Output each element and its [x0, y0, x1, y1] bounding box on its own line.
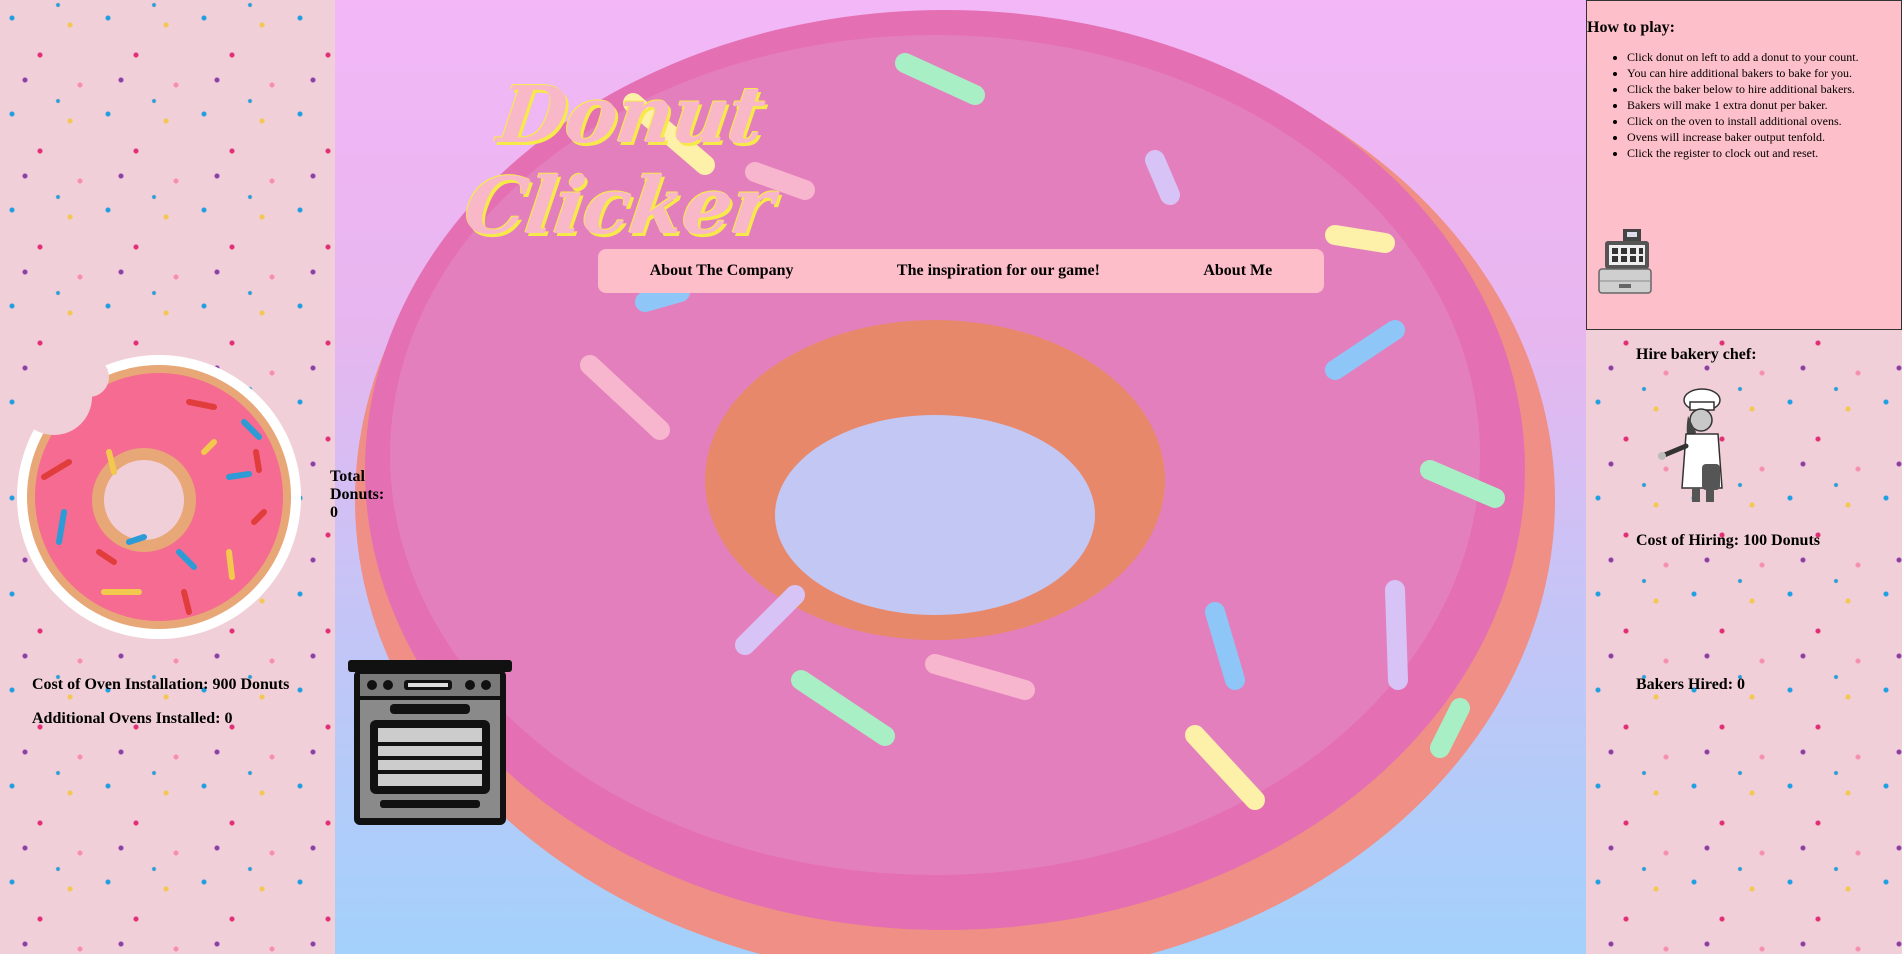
ovens-installed-text: Additional Ovens Installed: 0 [32, 710, 233, 727]
bakers-hired-text: Bakers Hired: 0 [1636, 676, 1746, 693]
list-item: Click the baker below to hire additional… [1627, 81, 1901, 97]
how-to-play-list: Click donut on left to add a donut to yo… [1587, 49, 1901, 161]
main-nav: About The Company The inspiration for ou… [598, 249, 1324, 293]
donut-counter-value: 0 [330, 504, 338, 521]
nav-about-me[interactable]: About Me [1203, 262, 1272, 280]
nav-inspiration[interactable]: The inspiration for our game! [897, 262, 1100, 280]
oven-cost-text: Cost of Oven Installation: 900 Donuts [32, 676, 290, 693]
list-item: Click on the oven to install additional … [1627, 113, 1901, 129]
list-item: Click the register to clock out and rese… [1627, 145, 1901, 161]
nav-about-company[interactable]: About The Company [650, 262, 794, 280]
list-item: You can hire additional bakers to bake f… [1627, 65, 1901, 81]
hire-baker-title: Hire bakery chef: [1636, 346, 1757, 363]
donut-counter-label: Total Donuts: [330, 468, 385, 503]
donut-icon[interactable] [14, 352, 304, 642]
page-title: Donut Clicker [458, 70, 779, 252]
baker-chef-icon[interactable] [1656, 388, 1736, 506]
how-to-play-heading: How to play: [1587, 19, 1675, 36]
list-item: Bakers will make 1 extra donut per baker… [1627, 97, 1901, 113]
list-item: Ovens will increase baker output tenfold… [1627, 129, 1901, 145]
list-item: Click donut on left to add a donut to yo… [1627, 49, 1901, 65]
how-to-play-panel: How to play: Click donut on left to add … [1586, 0, 1902, 330]
donut-counter: Total Donuts: 0 [330, 468, 400, 522]
oven-icon[interactable] [346, 658, 514, 828]
cash-register-icon[interactable] [1597, 229, 1653, 295]
hire-cost-text: Cost of Hiring: 100 Donuts [1636, 532, 1821, 549]
